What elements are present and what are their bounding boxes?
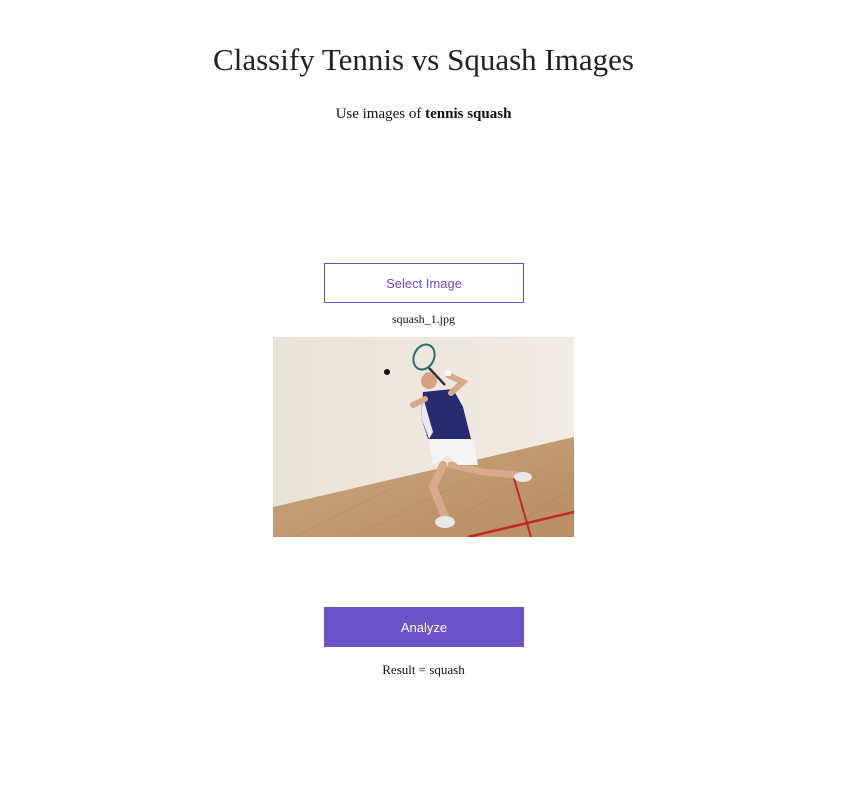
classification-result: Result = squash bbox=[382, 662, 465, 677]
analyze-button[interactable]: Analyze bbox=[324, 607, 524, 647]
select-image-button[interactable]: Select Image bbox=[324, 263, 524, 303]
page-title: Classify Tennis vs Squash Images bbox=[213, 42, 634, 77]
instructions-classes: tennis squash bbox=[425, 106, 512, 122]
squash-photo-illustration bbox=[273, 337, 574, 537]
image-preview bbox=[273, 337, 574, 537]
instructions-prefix: Use images of bbox=[335, 106, 426, 122]
selected-filename: squash_1.jpg bbox=[392, 312, 455, 326]
instructions-text: Use images of tennis squash bbox=[0, 105, 847, 123]
